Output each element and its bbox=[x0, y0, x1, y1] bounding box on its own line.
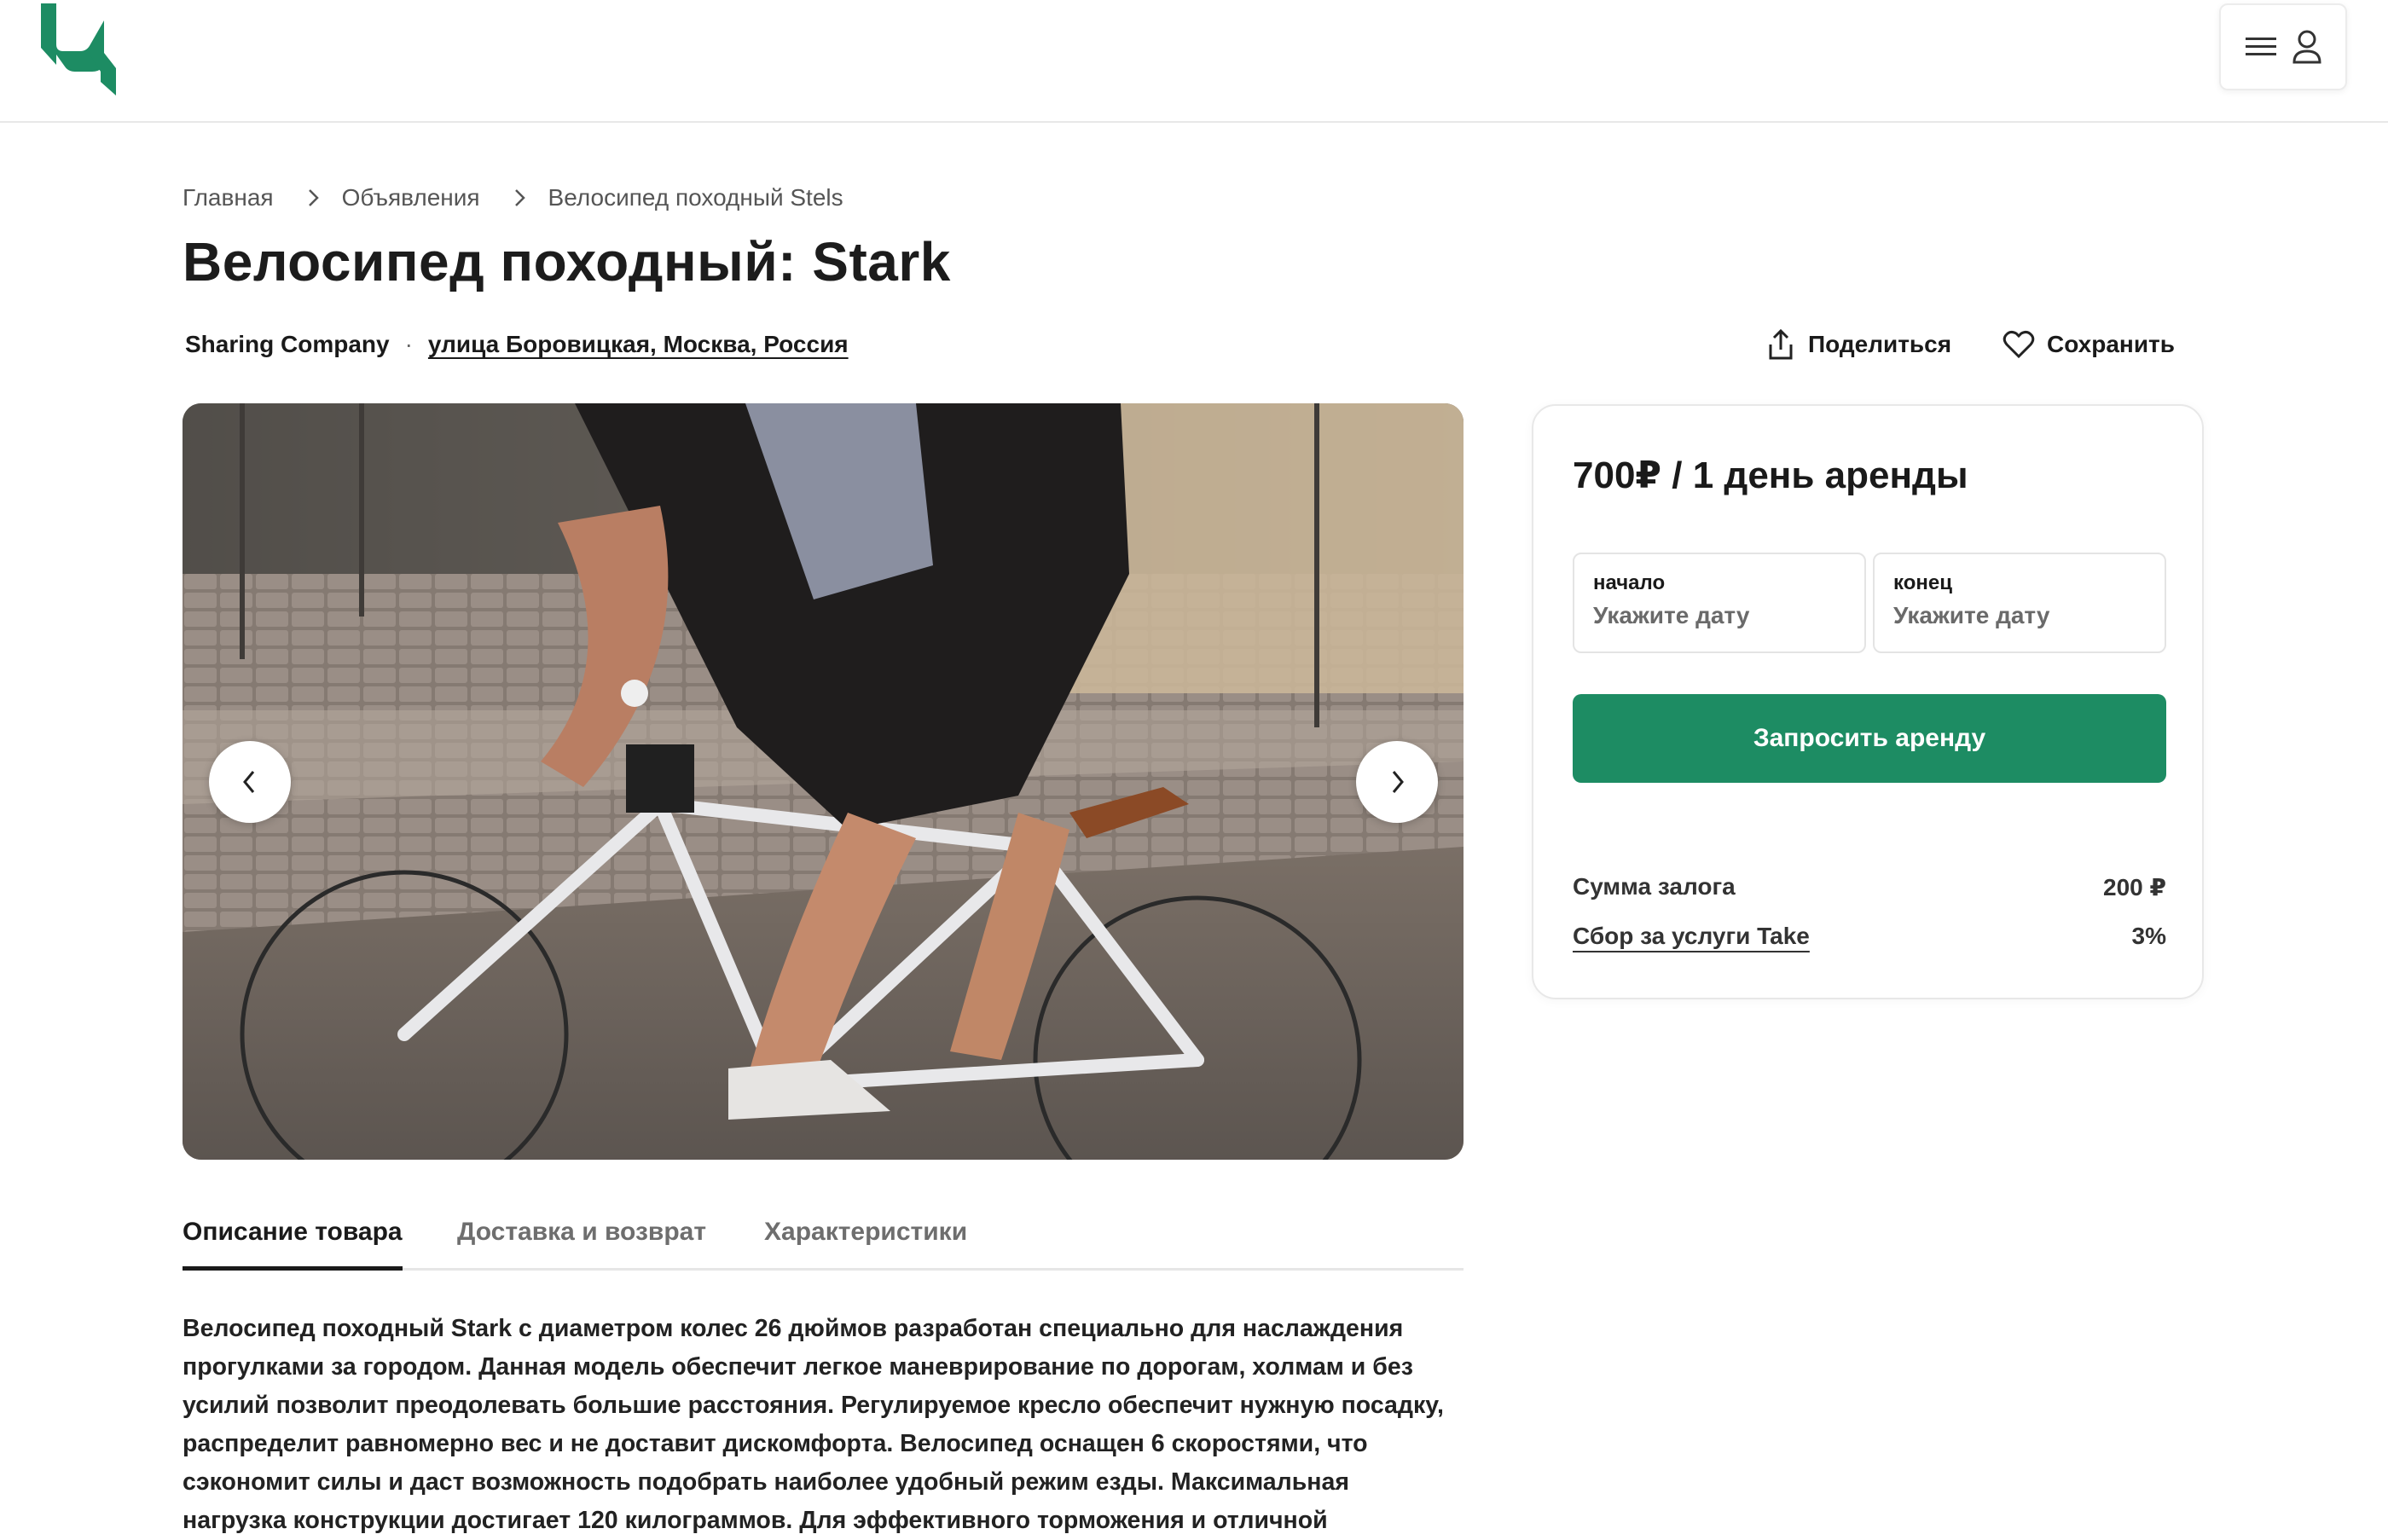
tab-bar: Описание товара Доставка и возврат Харак… bbox=[183, 1211, 1464, 1271]
user-menu-button[interactable] bbox=[2219, 3, 2347, 90]
listing-photo bbox=[183, 403, 1464, 1160]
start-date-label: начало bbox=[1593, 571, 1666, 594]
deposit-value: 200 ₽ bbox=[2103, 874, 2166, 900]
heart-icon bbox=[2003, 329, 2035, 360]
chevron-right-icon bbox=[509, 188, 530, 208]
service-fee-link[interactable]: Сбор за услуги Take bbox=[1573, 923, 1810, 950]
deposit-label: Сумма залога bbox=[1573, 873, 1736, 900]
gallery-prev-button[interactable] bbox=[209, 741, 291, 823]
chevron-right-icon bbox=[1385, 768, 1409, 796]
gallery-next-button[interactable] bbox=[1356, 741, 1438, 823]
top-header bbox=[0, 0, 2388, 123]
service-fee-row: Сбор за услуги Take 3% bbox=[1573, 923, 2166, 950]
tab-description[interactable]: Описание товара bbox=[183, 1218, 403, 1271]
company-name[interactable]: Sharing Company bbox=[185, 331, 390, 358]
listing-meta: Sharing Company · улица Боровицкая, Моск… bbox=[185, 327, 849, 362]
hamburger-icon bbox=[2244, 34, 2278, 60]
booking-card: 700₽ / 1 день аренды начало Укажите дату… bbox=[1532, 404, 2204, 999]
save-label: Сохранить bbox=[2047, 331, 2175, 357]
deposit-row: Сумма залога 200 ₽ bbox=[1573, 873, 2166, 901]
listing-actions: Поделиться Сохранить bbox=[1765, 324, 2175, 365]
rental-price: 700₽ / 1 день аренды bbox=[1573, 454, 1968, 496]
start-date-placeholder: Укажите дату bbox=[1593, 602, 1750, 628]
end-date-field[interactable]: конец Укажите дату bbox=[1873, 553, 2166, 653]
address-link[interactable]: улица Боровицкая, Москва, Россия bbox=[428, 331, 849, 358]
end-date-label: конец bbox=[1893, 571, 1952, 594]
save-button[interactable]: Сохранить bbox=[2003, 329, 2175, 360]
breadcrumb-home[interactable]: Главная bbox=[183, 184, 274, 211]
start-date-field[interactable]: начало Укажите дату bbox=[1573, 553, 1866, 653]
meta-separator: · bbox=[404, 331, 413, 357]
end-date-placeholder: Укажите дату bbox=[1893, 602, 2050, 628]
share-icon bbox=[1765, 327, 1796, 362]
tab-specs[interactable]: Характеристики bbox=[764, 1218, 967, 1271]
brand-logo-icon[interactable] bbox=[38, 0, 119, 96]
tab-delivery[interactable]: Доставка и возврат bbox=[457, 1218, 706, 1271]
breadcrumb: Главная Объявления Велосипед походный St… bbox=[183, 181, 843, 215]
photo-gallery[interactable] bbox=[183, 403, 1464, 1160]
share-button[interactable]: Поделиться bbox=[1765, 327, 1951, 362]
chevron-right-icon bbox=[303, 188, 323, 208]
share-label: Поделиться bbox=[1808, 331, 1952, 357]
product-description: Велосипед походный Stark с диаметром кол… bbox=[183, 1315, 1444, 1534]
service-fee-value: 3% bbox=[2131, 923, 2166, 949]
breadcrumb-listings[interactable]: Объявления bbox=[342, 184, 480, 211]
user-icon bbox=[2292, 28, 2322, 66]
chevron-left-icon bbox=[238, 768, 262, 796]
page-title: Велосипед походный: Stark bbox=[183, 231, 951, 292]
request-rental-button[interactable]: Запросить аренду bbox=[1573, 694, 2166, 783]
breadcrumb-current: Велосипед походный Stels bbox=[548, 184, 843, 211]
